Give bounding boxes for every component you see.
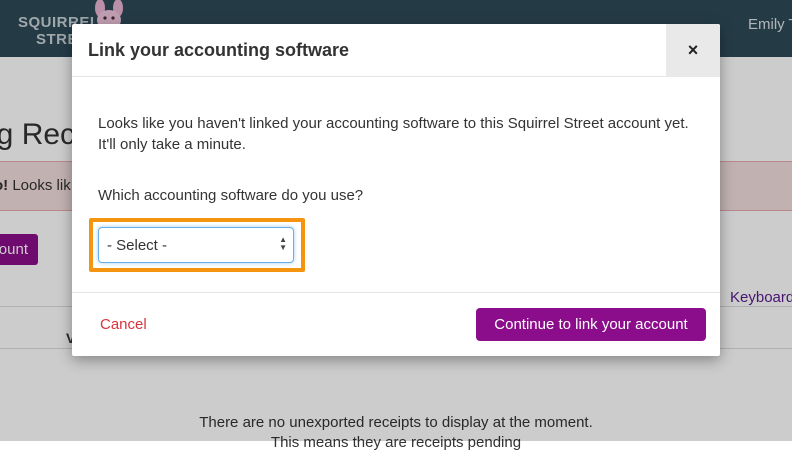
select-value: - Select - — [107, 237, 168, 254]
select-arrows-icon: ▲ ▼ — [279, 235, 287, 252]
accounting-software-select[interactable]: - Select - ▲ ▼ — [98, 227, 294, 263]
modal-footer-divider — [72, 292, 720, 293]
modal-header: Link your accounting software × — [72, 24, 720, 77]
cancel-button[interactable]: Cancel — [100, 316, 147, 333]
link-accounting-modal: Link your accounting software × Looks li… — [72, 24, 720, 356]
continue-button[interactable]: Continue to link your account — [476, 308, 706, 341]
close-button[interactable]: × — [666, 24, 720, 77]
modal-title: Link your accounting software — [88, 40, 350, 60]
software-question-label: Which accounting software do you use? — [98, 187, 364, 204]
modal-description: Looks like you haven't linked your accou… — [98, 115, 689, 153]
